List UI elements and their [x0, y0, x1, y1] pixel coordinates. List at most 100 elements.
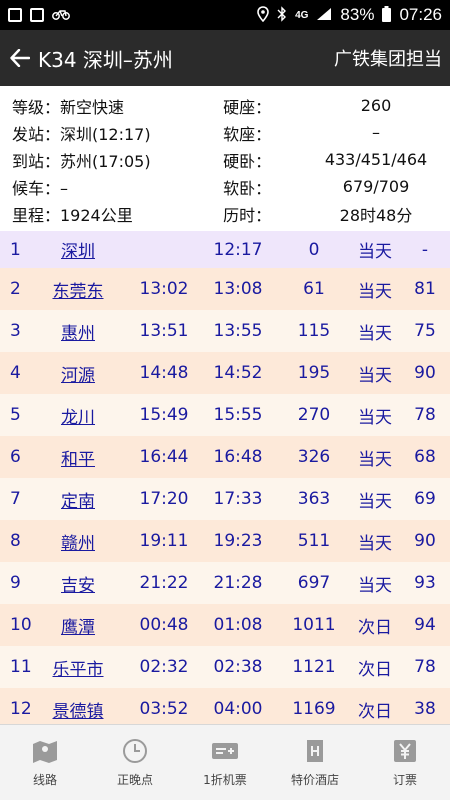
day-label: 次日	[358, 659, 392, 680]
info-row-departure: 发站：深圳(12:17) 软座： –	[12, 119, 450, 146]
network-type: 4G	[295, 9, 309, 21]
day-label: 当天	[358, 449, 392, 470]
stop-number: 3	[10, 321, 21, 341]
station-link[interactable]: 深圳	[42, 231, 114, 268]
nav-label: 1折机票	[203, 773, 247, 787]
arrive-time	[130, 231, 198, 268]
station-link[interactable]: 赣州	[42, 520, 114, 562]
soft-seat-label: 软座：	[223, 124, 272, 144]
location-icon	[257, 5, 269, 25]
soft-seat-price: –	[372, 123, 381, 142]
table-row[interactable]: 4 河源 14:48 14:52 195 当天 90	[0, 352, 450, 394]
distance-km: 115	[297, 321, 331, 341]
day-label: 次日	[358, 701, 392, 722]
back-button[interactable]	[8, 46, 32, 70]
day-label: 当天	[358, 242, 392, 262]
depart-time: 16:48	[213, 447, 263, 467]
hard-sleeper-label: 硬卧：	[223, 151, 272, 171]
nav-route[interactable]: 线路	[0, 725, 90, 800]
interval-mins: 68	[414, 447, 436, 467]
duration-label: 历时：	[223, 205, 272, 225]
ticket-icon	[211, 737, 239, 765]
arrive-time: 02:32	[139, 657, 189, 677]
table-row[interactable]: 5 龙川 15:49 15:55 270 当天 78	[0, 394, 450, 436]
hotel-icon	[301, 737, 329, 765]
operator-label: 广铁集团担当	[334, 49, 442, 70]
station-link[interactable]: 惠州	[42, 310, 114, 352]
arrive-time: 13:51	[139, 321, 189, 341]
yuan-icon	[391, 737, 419, 765]
stop-number: 2	[10, 279, 21, 299]
station-link[interactable]: 鹰潭	[42, 604, 114, 646]
map-icon	[31, 737, 59, 765]
train-info-panel: 等级：新空快速 硬座： 260 发站：深圳(12:17) 软座： – 到站：苏州…	[0, 86, 450, 231]
stop-number: 11	[10, 657, 32, 677]
status-bar: 4G 83% 07:26	[0, 0, 450, 30]
depart-time: 13:55	[213, 321, 263, 341]
back-arrow-icon	[10, 49, 30, 67]
arrive-time: 15:49	[139, 405, 189, 425]
table-row[interactable]: 8 赣州 19:11 19:23 511 当天 90	[0, 520, 450, 562]
depart-time: 12:17	[213, 239, 263, 260]
depart-time: 17:33	[213, 489, 263, 509]
table-row[interactable]: 12 景德镇 03:52 04:00 1169 次日 38	[0, 688, 450, 724]
table-row[interactable]: 9 吉安 21:22 21:28 697 当天 93	[0, 562, 450, 604]
info-row-waiting: 候车：– 软卧： 679/709	[12, 173, 450, 200]
nav-booking[interactable]: 订票	[360, 725, 450, 800]
day-label: 次日	[358, 617, 392, 638]
info-row-grade: 等级：新空快速 硬座： 260	[12, 92, 450, 119]
image-icon	[8, 8, 22, 22]
station-link[interactable]: 乐平市	[42, 646, 114, 688]
station-link[interactable]: 龙川	[42, 394, 114, 436]
depart-time: 19:23	[213, 531, 263, 551]
table-row[interactable]: 2 东莞东 13:02 13:08 61 当天 81	[0, 268, 450, 310]
total-duration: 28时48分	[339, 205, 413, 225]
app-bar: K34 深圳–苏州 广铁集团担当	[0, 30, 450, 86]
day-label: 当天	[358, 491, 392, 512]
info-row-distance: 里程：1924公里 历时： 28时48分	[12, 200, 450, 227]
arrive-time: 14:48	[139, 363, 189, 383]
nav-label: 特价酒店	[290, 773, 339, 787]
distance-km: 326	[297, 447, 331, 467]
distance-km: 61	[303, 279, 325, 299]
table-row[interactable]: 3 惠州 13:51 13:55 115 当天 75	[0, 310, 450, 352]
station-link[interactable]: 景德镇	[42, 688, 114, 724]
interval-mins: 78	[414, 405, 436, 425]
stop-number: 1	[10, 239, 21, 260]
nav-flight[interactable]: 1折机票	[180, 725, 270, 800]
hard-seat-label: 硬座：	[223, 97, 272, 117]
station-link[interactable]: 东莞东	[42, 268, 114, 310]
arrival-station: 到站：苏州(17:05)	[12, 151, 151, 171]
station-link[interactable]: 河源	[42, 352, 114, 394]
bike-icon	[52, 8, 70, 23]
hard-seat-price: 260	[360, 96, 392, 115]
station-link[interactable]: 定南	[42, 478, 114, 520]
table-row[interactable]: 11 乐平市 02:32 02:38 1121 次日 78	[0, 646, 450, 688]
nav-hotel[interactable]: 特价酒店	[270, 725, 360, 800]
interval-mins: 38	[414, 699, 436, 719]
interval-mins: 81	[414, 279, 436, 299]
nav-delay[interactable]: 正晚点	[90, 725, 180, 800]
table-row[interactable]: 6 和平 16:44 16:48 326 当天 68	[0, 436, 450, 478]
table-row[interactable]: 1 深圳 12:17 0 当天 -	[0, 231, 450, 268]
battery-icon	[382, 5, 392, 25]
departure-station: 发站：深圳(12:17)	[12, 124, 151, 144]
train-grade: 等级：新空快速	[12, 97, 125, 117]
station-link[interactable]: 吉安	[42, 562, 114, 604]
arrive-time: 21:22	[139, 573, 189, 593]
stop-number: 6	[10, 447, 21, 467]
distance-km: 1169	[292, 699, 336, 719]
distance-km: 697	[297, 573, 331, 593]
nav-label: 正晚点	[116, 773, 153, 787]
table-row[interactable]: 7 定南 17:20 17:33 363 当天 69	[0, 478, 450, 520]
waiting-room: 候车：–	[12, 178, 69, 198]
interval-mins: 94	[414, 615, 436, 635]
distance-km: 270	[297, 405, 331, 425]
station-link[interactable]: 和平	[42, 436, 114, 478]
depart-time: 04:00	[213, 699, 263, 719]
table-row[interactable]: 10 鹰潭 00:48 01:08 1011 次日 94	[0, 604, 450, 646]
distance-km: 511	[297, 531, 331, 551]
stop-number: 5	[10, 405, 21, 425]
interval-mins: 69	[414, 489, 436, 509]
signal-icon	[316, 7, 332, 24]
